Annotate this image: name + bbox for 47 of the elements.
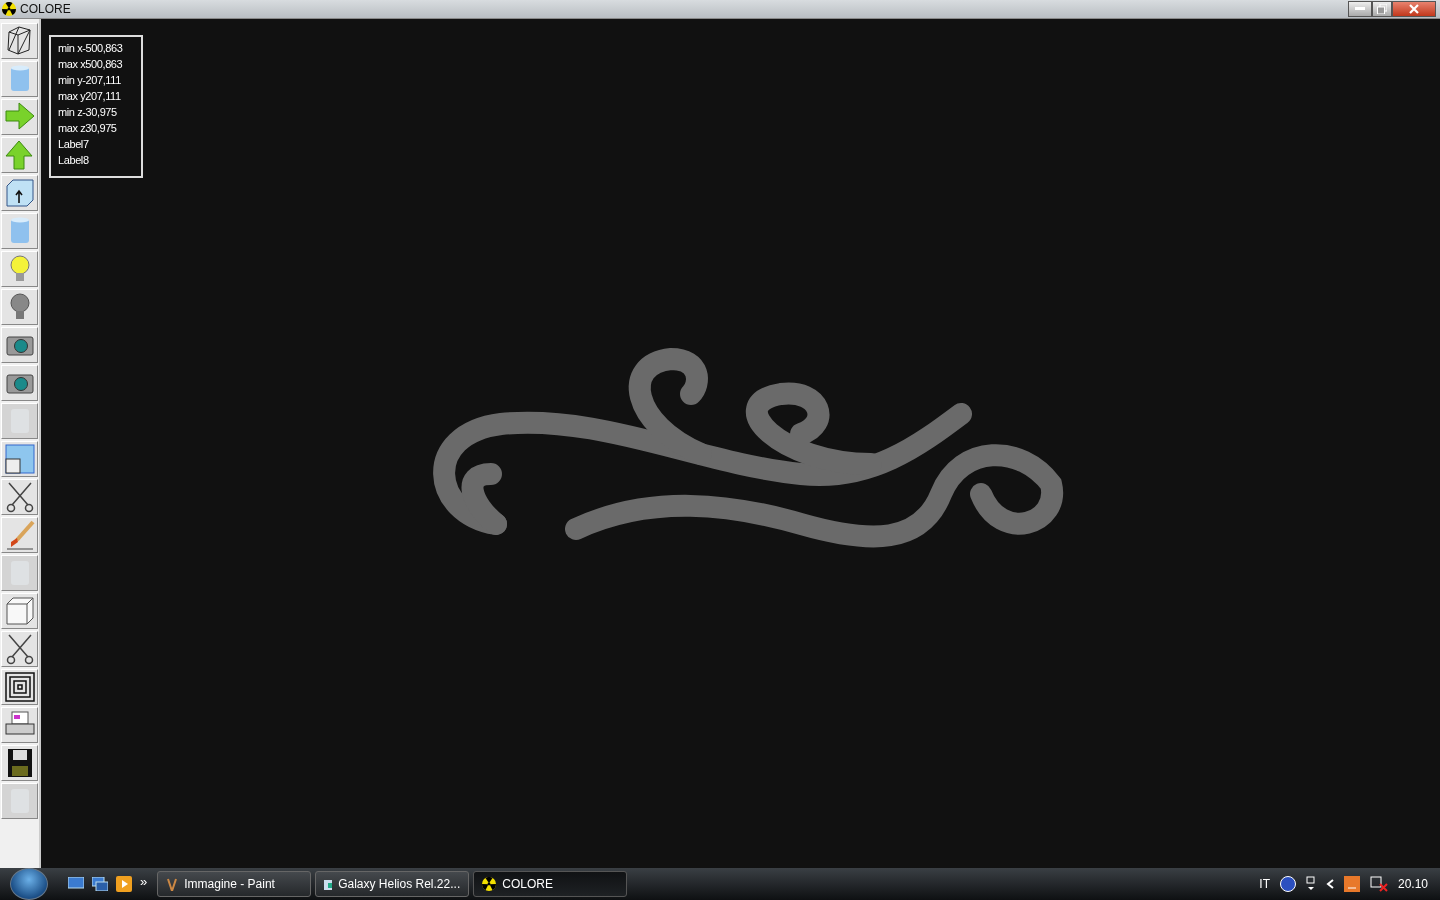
tool-button[interactable] — [1, 327, 38, 363]
info-label: Label8 — [58, 153, 90, 168]
tool-button[interactable] — [1, 669, 38, 705]
close-icon — [1409, 4, 1419, 14]
info-label: Label7 — [58, 137, 90, 152]
clock[interactable]: 20.10 — [1397, 877, 1428, 891]
concentric-squares-icon — [2, 670, 37, 704]
tool-button[interactable] — [1, 365, 38, 401]
tool-button[interactable] — [1, 23, 38, 59]
task-label: Galaxy Helios Rel.22... — [338, 877, 461, 891]
minimize-icon — [1355, 7, 1365, 11]
start-button[interactable] — [10, 868, 48, 900]
tool-button[interactable] — [1, 631, 38, 667]
window-icon — [2, 442, 37, 476]
minimize-button[interactable] — [1348, 1, 1372, 17]
restore-icon — [1377, 4, 1387, 14]
close-button[interactable] — [1392, 1, 1436, 17]
tool-button[interactable] — [1, 745, 38, 781]
radiation-icon — [2, 2, 16, 16]
info-label: min y-207,111 — [58, 73, 122, 88]
chevron-left-icon[interactable] — [1325, 879, 1334, 889]
taskbar-button[interactable]: COLORE — [473, 871, 628, 897]
desktop-icon — [68, 877, 84, 891]
task-label: COLORE — [502, 877, 553, 891]
window-title: COLORE — [20, 2, 71, 16]
quick-launch-icon[interactable] — [90, 874, 110, 894]
play-icon — [116, 876, 132, 892]
quick-launch-icon[interactable] — [114, 874, 134, 894]
info-label: min z-30,975 — [58, 105, 118, 120]
info-label: max z30,975 — [58, 121, 118, 136]
info-label: max x500,863 — [58, 57, 124, 72]
task-label: Immagine - Paint — [184, 877, 275, 891]
taskbar-button[interactable]: Immagine - Paint — [157, 871, 312, 897]
network-icon[interactable] — [1305, 876, 1316, 892]
info-label: min x-500,863 — [58, 41, 124, 56]
disconnected-network-icon[interactable] — [1369, 876, 1388, 892]
info-label: max y207,111 — [58, 89, 122, 104]
folder-icon — [324, 878, 333, 890]
restore-button[interactable] — [1372, 1, 1392, 17]
radiation-icon — [482, 877, 497, 891]
windows-icon — [92, 877, 108, 891]
more-chevron[interactable]: » — [140, 873, 148, 889]
taskbar-button[interactable]: Galaxy Helios Rel.22... — [315, 871, 470, 897]
tool-button[interactable] — [1, 479, 38, 515]
language-indicator[interactable]: IT — [1259, 877, 1270, 891]
paint-icon — [166, 877, 179, 891]
tool-button[interactable] — [1, 175, 38, 211]
